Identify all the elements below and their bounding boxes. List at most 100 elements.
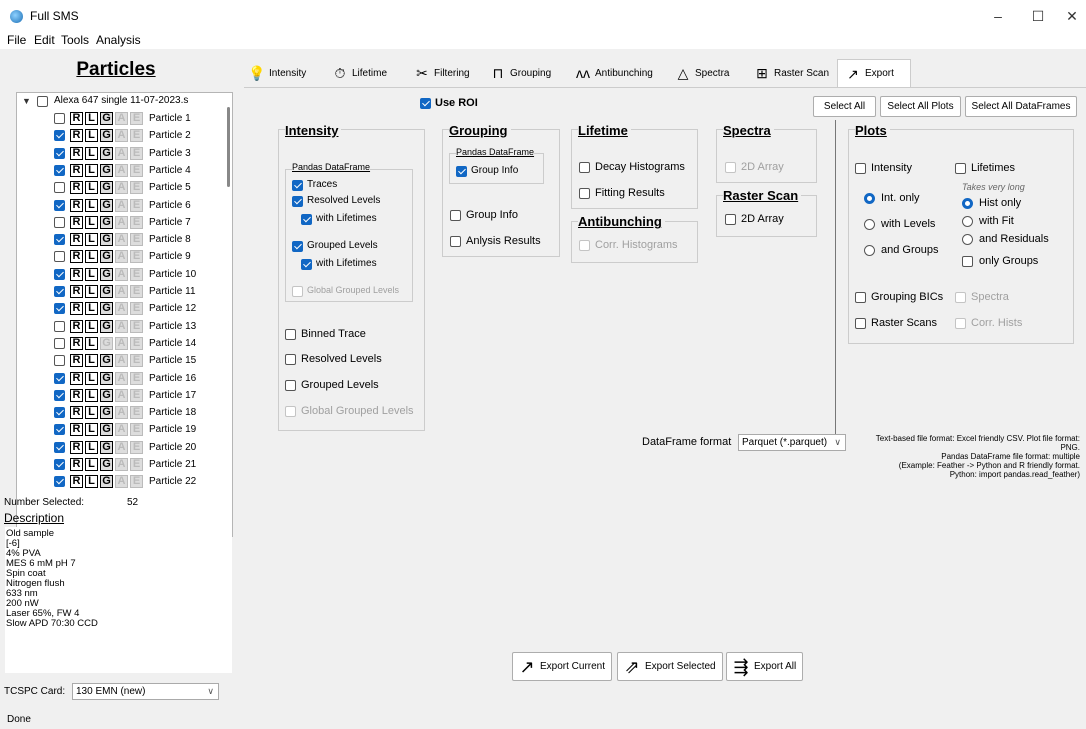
- global-grouped-checkbox[interactable]: [285, 406, 296, 417]
- grouped-levels-df-checkbox[interactable]: [292, 241, 303, 252]
- particle-row[interactable]: R L G A E Particle 2: [17, 128, 217, 144]
- df-format-select[interactable]: Parquet (*.parquet) ∨: [738, 434, 846, 451]
- particle-row[interactable]: R L G A E Particle 11: [17, 284, 217, 300]
- particle-row[interactable]: R L G A E Particle 5: [17, 180, 217, 196]
- binned-trace-checkbox[interactable]: [285, 329, 296, 340]
- particle-checkbox[interactable]: [54, 355, 65, 367]
- spectra-plot-checkbox[interactable]: [955, 292, 966, 303]
- use-roi-checkbox[interactable]: [420, 98, 431, 109]
- corr-hists-checkbox[interactable]: [955, 318, 966, 329]
- particle-checkbox[interactable]: [54, 268, 65, 280]
- particle-row[interactable]: R L G A E Particle 1: [17, 111, 217, 127]
- resolved-with-lifetimes-checkbox[interactable]: [301, 214, 312, 225]
- with-fit-radio[interactable]: [962, 216, 973, 227]
- particle-checkbox[interactable]: [54, 147, 65, 159]
- grouped-with-lifetimes-checkbox[interactable]: [301, 259, 312, 270]
- particle-row[interactable]: R L G A E Particle 19: [17, 422, 217, 438]
- particle-row[interactable]: R L G A E Particle 13: [17, 319, 217, 335]
- particle-row[interactable]: R L G A E Particle 18: [17, 405, 217, 421]
- particle-checkbox[interactable]: [54, 424, 65, 436]
- group-info-checkbox[interactable]: [450, 210, 461, 221]
- group-info-df-checkbox[interactable]: [456, 166, 467, 177]
- particle-checkbox[interactable]: [54, 130, 65, 142]
- hist-only-radio[interactable]: [962, 198, 973, 209]
- select-all-dataframes-button[interactable]: Select All DataFrames: [965, 96, 1077, 117]
- minimize-button[interactable]: –: [978, 4, 1018, 28]
- menu-tools[interactable]: Tools: [61, 33, 89, 47]
- tab-intensity[interactable]: 💡 Intensity: [248, 59, 306, 87]
- particle-checkbox[interactable]: [54, 286, 65, 297]
- menu-file[interactable]: File: [7, 33, 26, 47]
- particle-row[interactable]: R L G A E Particle 8: [17, 232, 217, 248]
- particle-checkbox[interactable]: [54, 182, 65, 194]
- analysis-results-checkbox[interactable]: [450, 236, 461, 247]
- select-all-plots-button[interactable]: Select All Plots: [880, 96, 961, 117]
- particle-checkbox[interactable]: [54, 337, 65, 349]
- particle-checkbox[interactable]: [54, 459, 65, 470]
- global-grouped-df-checkbox[interactable]: [292, 286, 303, 297]
- particle-checkbox[interactable]: [54, 372, 65, 384]
- int-only-radio[interactable]: [864, 193, 875, 204]
- tab-filtering[interactable]: ✂ Filtering: [413, 59, 469, 87]
- spectra-array-checkbox[interactable]: [725, 162, 736, 173]
- menu-edit[interactable]: Edit: [34, 33, 55, 47]
- particle-checkbox[interactable]: [54, 199, 65, 211]
- menu-analysis[interactable]: Analysis: [96, 33, 141, 47]
- particle-checkbox[interactable]: [54, 234, 65, 246]
- tab-raster-scan[interactable]: ⊞ Raster Scan: [753, 59, 829, 87]
- particle-row[interactable]: R L G A E Particle 9: [17, 249, 217, 265]
- particle-row[interactable]: R L G A E Particle 7: [17, 215, 217, 231]
- particle-row[interactable]: R L G A E Particle 10: [17, 267, 217, 283]
- traces-checkbox[interactable]: [292, 180, 303, 191]
- particle-checkbox[interactable]: [54, 476, 65, 488]
- tcspc-select[interactable]: 130 EMN (new) ∨: [72, 683, 219, 700]
- tree-scrollbar[interactable]: [227, 107, 230, 187]
- particle-checkbox[interactable]: [54, 320, 65, 332]
- particle-row[interactable]: R L G A E Particle 16: [17, 371, 217, 387]
- grouped-levels-checkbox[interactable]: [285, 380, 296, 391]
- tab-spectra[interactable]: △ Spectra: [674, 59, 730, 87]
- particle-row[interactable]: R L G A E Particle 22: [17, 474, 217, 490]
- description-box[interactable]: Old sample [-6] 4% PVA MES 6 mM pH 7 Spin co…: [5, 527, 232, 673]
- corr-histograms-checkbox[interactable]: [579, 240, 590, 251]
- particle-checkbox[interactable]: [54, 389, 65, 401]
- tab-lifetime[interactable]: ⏱ Lifetime: [331, 59, 387, 87]
- intensity-plot-checkbox[interactable]: [855, 163, 866, 174]
- lifetimes-plot-checkbox[interactable]: [955, 163, 966, 174]
- select-all-button[interactable]: Select All: [813, 96, 876, 117]
- particle-checkbox[interactable]: [54, 113, 65, 124]
- collapse-icon[interactable]: ▼: [22, 96, 31, 106]
- export-all-button[interactable]: ⇶ Export All: [726, 652, 804, 681]
- resolved-levels-checkbox[interactable]: [285, 354, 296, 365]
- particle-row[interactable]: R L G A E Particle 17: [17, 388, 217, 404]
- grouping-bics-checkbox[interactable]: [855, 292, 866, 303]
- with-levels-radio[interactable]: [864, 219, 875, 230]
- resolved-levels-df-checkbox[interactable]: [292, 196, 303, 207]
- tab-antibunching[interactable]: ʌʌ Antibunching: [574, 59, 653, 87]
- particle-row[interactable]: R L G A E Particle 6: [17, 198, 217, 214]
- particle-row[interactable]: R L G A E Particle 15: [17, 353, 217, 369]
- tab-export[interactable]: ↗ Export: [837, 59, 911, 87]
- close-button[interactable]: ✕: [1052, 4, 1086, 28]
- only-groups-checkbox[interactable]: [962, 256, 973, 267]
- particle-row[interactable]: R L G A E Particle 14: [17, 336, 217, 352]
- particle-checkbox[interactable]: [54, 441, 65, 453]
- fitting-results-checkbox[interactable]: [579, 188, 590, 199]
- export-current-button[interactable]: ↗ Export Current: [512, 652, 613, 681]
- decay-histograms-checkbox[interactable]: [579, 162, 590, 173]
- particle-tree[interactable]: ▼ Alexa 647 single 11-07-2023.s R L G A E Par…: [16, 92, 233, 537]
- root-checkbox[interactable]: [37, 96, 48, 107]
- particle-row[interactable]: R L G A E Particle 12: [17, 301, 217, 317]
- particle-checkbox[interactable]: [54, 251, 65, 263]
- raster-scans-checkbox[interactable]: [855, 318, 866, 329]
- particle-checkbox[interactable]: [54, 164, 65, 176]
- particle-row[interactable]: R L G A E Particle 20: [17, 440, 217, 456]
- tab-grouping[interactable]: ⊓ Grouping: [489, 59, 552, 87]
- particle-row[interactable]: R L G A E Particle 4: [17, 163, 217, 179]
- and-residuals-radio[interactable]: [962, 234, 973, 245]
- particle-checkbox[interactable]: [54, 407, 65, 419]
- particle-row[interactable]: R L G A E Particle 21: [17, 457, 217, 473]
- export-selected-button[interactable]: ⇗ Export Selected: [617, 652, 723, 681]
- particle-checkbox[interactable]: [54, 303, 65, 315]
- raster-array-checkbox[interactable]: [725, 214, 736, 225]
